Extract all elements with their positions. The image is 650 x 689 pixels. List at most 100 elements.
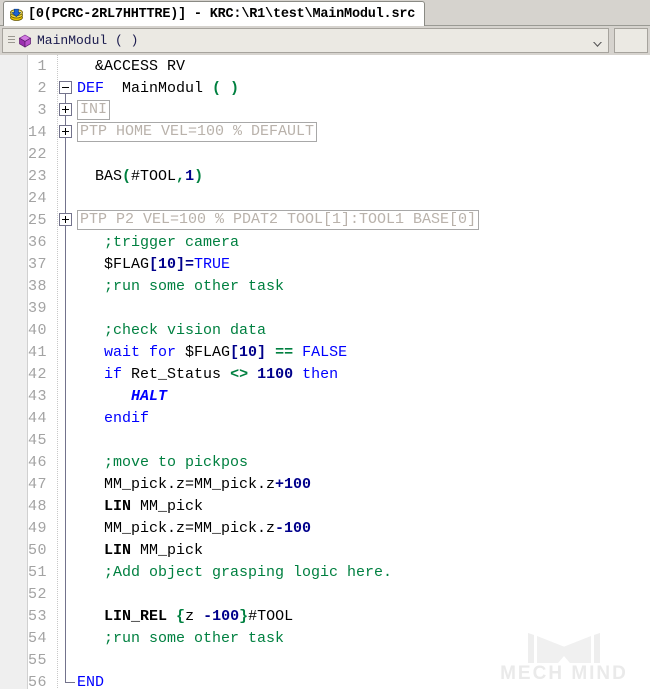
module-bar-extra-panel[interactable] xyxy=(614,28,648,53)
fold-column[interactable] xyxy=(55,407,77,429)
code-line[interactable]: 49 MM_pick.z=MM_pick.z-100 xyxy=(0,517,650,539)
fold-column[interactable] xyxy=(55,495,77,517)
code-line[interactable]: 40 ;check vision data xyxy=(0,319,650,341)
fold-column[interactable] xyxy=(55,341,77,363)
collapsed-block[interactable]: INI xyxy=(77,100,111,120)
fold-column[interactable] xyxy=(55,187,77,209)
code-line[interactable]: 2 DEF MainModul ( ) xyxy=(0,77,650,99)
fold-column[interactable] xyxy=(55,649,77,671)
code-line[interactable]: 25 PTP P2 VEL=100 % PDAT2 TOOL[1]:TOOL1 B… xyxy=(0,209,650,231)
code-line[interactable]: 44 endif xyxy=(0,407,650,429)
code-editor[interactable]: 1 &ACCESS RV 2 DEF MainModul ( ) 3 INI 14 PTP … xyxy=(0,55,650,689)
code-token: $FLAG xyxy=(185,343,231,361)
fold-column[interactable] xyxy=(55,99,77,121)
module-bar: MainModul ( ) xyxy=(0,26,650,55)
fold-column[interactable] xyxy=(55,253,77,275)
fold-column[interactable] xyxy=(55,275,77,297)
fold-expand-icon[interactable] xyxy=(59,213,72,226)
code-line[interactable]: 55 xyxy=(0,649,650,671)
code-line[interactable]: 38 ;run some other task xyxy=(0,275,650,297)
fold-guide-line xyxy=(65,165,66,187)
code-line[interactable]: 1 &ACCESS RV xyxy=(0,55,650,77)
fold-guide-line xyxy=(65,561,66,583)
fold-expand-icon[interactable] xyxy=(59,125,72,138)
fold-column[interactable] xyxy=(55,539,77,561)
fold-guide-line xyxy=(65,605,66,627)
code-line[interactable]: 14 PTP HOME VEL=100 % DEFAULT xyxy=(0,121,650,143)
code-line[interactable]: 52 xyxy=(0,583,650,605)
code-line[interactable]: 39 xyxy=(0,297,650,319)
fold-column[interactable] xyxy=(55,363,77,385)
code-line[interactable]: 43 HALT xyxy=(0,385,650,407)
code-token: == xyxy=(275,343,294,361)
code-line[interactable]: 51 ;Add object grasping logic here. xyxy=(0,561,650,583)
line-number: 3 xyxy=(37,101,47,119)
code-line[interactable]: 47 MM_pick.z=MM_pick.z+100 xyxy=(0,473,650,495)
fold-column[interactable] xyxy=(55,231,77,253)
code-token: ;move to pickpos xyxy=(77,453,249,471)
collapsed-block[interactable]: PTP HOME VEL=100 % DEFAULT xyxy=(77,122,318,142)
fold-column[interactable] xyxy=(55,627,77,649)
code-token: DEF xyxy=(77,79,123,97)
code-line[interactable]: 45 xyxy=(0,429,650,451)
fold-column[interactable] xyxy=(55,55,77,77)
code-line[interactable]: 22 xyxy=(0,143,650,165)
code-token: then xyxy=(302,365,339,383)
fold-column[interactable] xyxy=(55,143,77,165)
line-number: 24 xyxy=(27,189,47,207)
code-text: wait for $FLAG[10] == FALSE xyxy=(77,344,347,361)
fold-column[interactable] xyxy=(55,77,77,99)
fold-column[interactable] xyxy=(55,385,77,407)
code-line[interactable]: 54 ;run some other task xyxy=(0,627,650,649)
code-line[interactable]: 24 xyxy=(0,187,650,209)
fold-column[interactable] xyxy=(55,209,77,231)
code-token: ) xyxy=(194,167,204,185)
line-number: 53 xyxy=(27,607,47,625)
code-line[interactable]: 36 ;trigger camera xyxy=(0,231,650,253)
code-text: if Ret_Status <> 1100 then xyxy=(77,366,338,383)
code-token: ( ) xyxy=(212,79,240,97)
module-name-label: MainModul ( ) xyxy=(37,33,139,48)
line-number: 40 xyxy=(27,321,47,339)
fold-column[interactable] xyxy=(55,165,77,187)
fold-column[interactable] xyxy=(55,561,77,583)
code-text: ;move to pickpos xyxy=(77,454,248,471)
code-line[interactable]: 48 LIN MM_pick xyxy=(0,495,650,517)
code-token: , xyxy=(176,167,186,185)
fold-column[interactable] xyxy=(55,671,77,689)
fold-column[interactable] xyxy=(55,583,77,605)
fold-guide-line xyxy=(65,187,66,209)
code-token: MainModul xyxy=(122,79,213,97)
tab-mainmodul-src[interactable]: [0(PCRC-2RL7HHTTRE)] - KRC:\R1\test\Main… xyxy=(3,1,426,26)
chevron-down-icon[interactable] xyxy=(592,36,603,47)
code-line[interactable]: 56 END xyxy=(0,671,650,689)
fold-column[interactable] xyxy=(55,319,77,341)
code-token: ;Add object grasping logic here. xyxy=(77,563,393,581)
code-line[interactable]: 23 BAS(#TOOL,1) xyxy=(0,165,650,187)
fold-column[interactable] xyxy=(55,451,77,473)
fold-guide-line xyxy=(65,319,66,341)
code-line[interactable]: 41 wait for $FLAG[10] == FALSE xyxy=(0,341,650,363)
line-number: 37 xyxy=(27,255,47,273)
fold-column[interactable] xyxy=(55,473,77,495)
fold-column[interactable] xyxy=(55,517,77,539)
fold-column[interactable] xyxy=(55,429,77,451)
code-line[interactable]: 42 if Ret_Status <> 1100 then xyxy=(0,363,650,385)
code-token: LIN xyxy=(104,541,132,559)
fold-collapse-icon[interactable] xyxy=(59,81,72,94)
code-token: if xyxy=(104,365,132,383)
fold-column[interactable] xyxy=(55,121,77,143)
code-line[interactable]: 53 LIN_REL {z -100}#TOOL xyxy=(0,605,650,627)
code-text: HALT xyxy=(77,388,167,405)
collapsed-block[interactable]: PTP P2 VEL=100 % PDAT2 TOOL[1]:TOOL1 BAS… xyxy=(77,210,480,230)
code-line[interactable]: 3 INI xyxy=(0,99,650,121)
fold-column[interactable] xyxy=(55,297,77,319)
code-line[interactable]: 46 ;move to pickpos xyxy=(0,451,650,473)
fold-expand-icon[interactable] xyxy=(59,103,72,116)
code-line[interactable]: 50 LIN MM_pick xyxy=(0,539,650,561)
line-number: 55 xyxy=(27,651,47,669)
fold-column[interactable] xyxy=(55,605,77,627)
module-dropdown[interactable]: MainModul ( ) xyxy=(2,28,609,53)
code-line[interactable]: 37 $FLAG[10]=TRUE xyxy=(0,253,650,275)
